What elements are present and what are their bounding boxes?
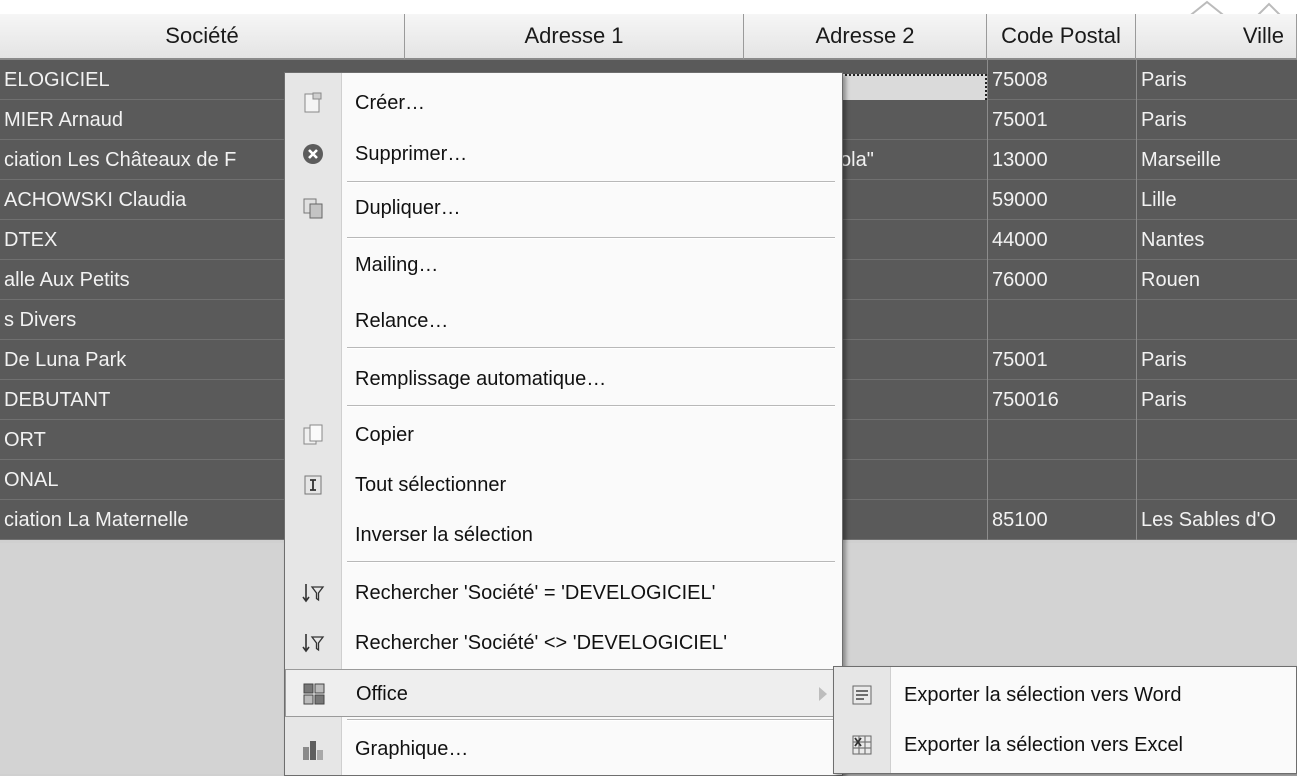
cell-code-postal: 44000 — [987, 220, 1136, 260]
cell-ville: Paris — [1136, 340, 1297, 380]
chart-icon — [303, 741, 323, 760]
cell-ville: Lille — [1136, 180, 1297, 220]
cell-societe: ciation Les Châteaux de F — [4, 149, 237, 171]
menu-item-tout-selectionner[interactable]: Tout sélectionner — [285, 461, 842, 509]
menu-separator — [347, 405, 835, 407]
copy-icon — [303, 424, 323, 445]
submenu-arrow-icon — [819, 687, 827, 701]
cell-code-postal — [987, 420, 1136, 460]
cell-ville — [1136, 300, 1297, 340]
cell-ville: Paris — [1136, 60, 1297, 100]
cell-code-postal — [987, 460, 1136, 500]
menu-item-copier[interactable]: Copier — [285, 411, 842, 459]
menu-item-export-word[interactable]: Exporter la sélection vers Word — [834, 669, 1296, 721]
word-icon — [852, 685, 872, 705]
cell-societe: alle Aux Petits — [4, 269, 130, 291]
cell-societe: s Divers — [4, 309, 77, 331]
cell-adresse-2: ola" — [840, 149, 874, 171]
menu-item-label: Exporter la sélection vers Excel — [904, 734, 1184, 756]
menu-item-rechercher-different[interactable]: Rechercher 'Société' <> 'DEVELOGICIEL' — [285, 619, 842, 667]
cell-societe: MIER Arnaud — [4, 109, 123, 131]
column-header-adresse-1[interactable]: Adresse 1 — [405, 14, 744, 60]
cell-code-postal: 75008 — [987, 60, 1136, 100]
cell-societe: ACHOWSKI Claudia — [4, 189, 187, 211]
menu-item-label: Tout sélectionner — [355, 474, 507, 496]
menu-item-label: Office — [356, 683, 408, 705]
menu-item-label: Dupliquer… — [355, 197, 461, 219]
delete-icon — [303, 144, 323, 164]
menu-item-label: Inverser la sélection — [355, 524, 533, 546]
cell-code-postal: 13000 — [987, 140, 1136, 180]
filter-icon — [302, 584, 325, 603]
menu-separator — [347, 719, 835, 721]
cell-code-postal: 85100 — [987, 500, 1136, 540]
select-all-icon — [304, 475, 322, 495]
menu-item-supprimer[interactable]: Supprimer… — [285, 130, 842, 178]
menu-item-export-excel[interactable]: Exporter la sélection vers Excel — [834, 719, 1296, 771]
cell-code-postal: 59000 — [987, 180, 1136, 220]
column-header-ville[interactable]: Ville — [1136, 14, 1297, 60]
cell-code-postal: 750016 — [987, 380, 1136, 420]
cell-code-postal: 75001 — [987, 340, 1136, 380]
cell-ville: Paris — [1136, 380, 1297, 420]
context-menu[interactable]: Créer… Supprimer… Dupliquer… Mailing… Re… — [284, 72, 843, 776]
menu-item-relance[interactable]: Relance… — [285, 297, 842, 345]
menu-separator — [347, 181, 835, 183]
menu-item-remplissage-automatique[interactable]: Remplissage automatique… — [285, 355, 842, 403]
menu-separator — [347, 347, 835, 349]
column-header-adresse-2[interactable]: Adresse 2 — [744, 14, 987, 60]
cell-societe: ORT — [4, 429, 46, 451]
cell-societe: De Luna Park — [4, 349, 127, 371]
cell-societe: DEBUTANT — [4, 389, 111, 411]
menu-item-graphique[interactable]: Graphique… — [285, 725, 842, 773]
menu-item-dupliquer[interactable]: Dupliquer… — [285, 184, 842, 232]
menu-item-label: Relance… — [355, 310, 449, 332]
menu-item-office[interactable]: Office — [285, 669, 842, 717]
menu-item-label: Mailing… — [355, 254, 439, 276]
menu-item-label: Rechercher 'Société' <> 'DEVELOGICIEL' — [355, 632, 728, 654]
cell-ville: Rouen — [1136, 260, 1297, 300]
menu-item-creer[interactable]: Créer… — [285, 79, 842, 127]
menu-item-label: Supprimer… — [355, 143, 468, 165]
menu-item-label: Créer… — [355, 92, 426, 114]
menu-item-label: Exporter la sélection vers Word — [904, 684, 1182, 706]
office-submenu[interactable]: Exporter la sélection vers Word Exporter… — [833, 666, 1297, 774]
menu-item-label: Rechercher 'Société' = 'DEVELOGICIEL' — [355, 582, 716, 604]
column-header-societe[interactable]: Société — [0, 14, 405, 60]
office-icon — [303, 683, 325, 705]
menu-item-label: Copier — [355, 424, 414, 446]
duplicate-icon — [303, 198, 323, 219]
window-top-strip — [0, 0, 1297, 14]
menu-separator — [347, 561, 835, 563]
menu-item-label: Remplissage automatique… — [355, 368, 607, 390]
cell-ville — [1136, 460, 1297, 500]
filter-icon — [302, 634, 325, 653]
excel-icon — [852, 735, 872, 755]
cell-societe: ELOGICIEL — [4, 69, 110, 91]
cell-societe: ONAL — [4, 469, 59, 491]
menu-item-inverser-selection[interactable]: Inverser la sélection — [285, 511, 842, 559]
menu-separator — [347, 237, 835, 239]
cell-ville: Paris — [1136, 100, 1297, 140]
cell-code-postal: 76000 — [987, 260, 1136, 300]
cell-societe: DTEX — [4, 229, 58, 251]
column-header-code-postal[interactable]: Code Postal — [987, 14, 1136, 60]
cell-code-postal: 75001 — [987, 100, 1136, 140]
menu-item-label: Graphique… — [355, 738, 469, 760]
menu-item-rechercher-egal[interactable]: Rechercher 'Société' = 'DEVELOGICIEL' — [285, 569, 842, 617]
create-icon — [304, 92, 322, 113]
cell-ville — [1136, 420, 1297, 460]
cell-societe: ciation La Maternelle — [4, 509, 189, 531]
cell-ville: Nantes — [1136, 220, 1297, 260]
menu-item-mailing[interactable]: Mailing… — [285, 241, 842, 289]
cell-code-postal — [987, 300, 1136, 340]
cell-ville: Les Sables d'O — [1136, 500, 1297, 540]
cell-ville: Marseille — [1136, 140, 1297, 180]
